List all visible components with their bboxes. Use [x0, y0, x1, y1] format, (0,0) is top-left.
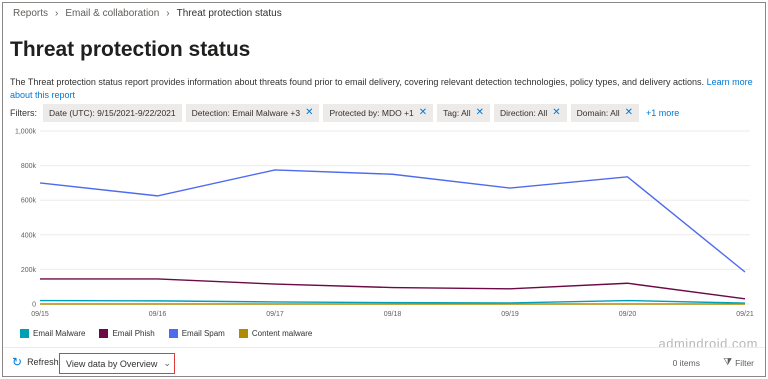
- legend-item-email-phish[interactable]: Email Phish: [99, 329, 155, 338]
- filter-chip-date[interactable]: Date (UTC): 9/15/2021-9/22/2021: [43, 104, 182, 122]
- threat-chart: 0 200k 400k 600k 800k 1,000k 09/15 09/16 09/17 09…: [10, 124, 758, 324]
- more-filters-link[interactable]: +1 more: [646, 108, 679, 118]
- y-tick-label: 0: [32, 302, 36, 309]
- watermark-logo: admindroid.com: [658, 336, 758, 351]
- filter-chip-domain[interactable]: Domain: All ✕: [570, 104, 639, 122]
- filter-chip-detection[interactable]: Detection: Email Malware +3 ✕: [185, 104, 320, 122]
- y-tick-label: 400k: [21, 232, 37, 239]
- page-title: Threat protection status: [10, 38, 251, 61]
- breadcrumb-current: Threat protection status: [176, 8, 282, 19]
- items-count: 0 items: [672, 358, 700, 368]
- x-tick-label: 09/16: [149, 311, 167, 318]
- filter-chip-label: Tag: All: [443, 108, 471, 118]
- close-icon[interactable]: ✕: [305, 108, 313, 118]
- chevron-right-icon: ›: [55, 8, 59, 19]
- page-description: The Threat protection status report prov…: [10, 76, 758, 102]
- filter-chip-tag[interactable]: Tag: All ✕: [437, 104, 490, 122]
- y-tick-label: 600k: [21, 198, 37, 205]
- x-tick-label: 09/19: [501, 311, 519, 318]
- divider: [3, 347, 765, 348]
- close-icon[interactable]: ✕: [419, 108, 427, 118]
- view-data-dropdown[interactable]: View data by Overview ⌄: [59, 353, 175, 374]
- legend-label: Email Malware: [33, 329, 86, 338]
- filter-chip-direction[interactable]: Direction: All ✕: [493, 104, 567, 122]
- command-bar: ↻ Refresh View data by Overview ⌄ 0 item…: [10, 352, 758, 374]
- y-tick-label: 1,000k: [15, 129, 37, 136]
- description-text: The Threat protection status report prov…: [10, 77, 705, 87]
- filter-chip-label: Protected by: MDO +1: [329, 108, 414, 118]
- x-tick-label: 09/20: [619, 311, 637, 318]
- legend-item-email-spam[interactable]: Email Spam: [168, 329, 225, 338]
- refresh-button[interactable]: ↻ Refresh: [12, 356, 59, 368]
- x-tick-label: 09/17: [266, 311, 284, 318]
- filter-icon: ⧩: [723, 357, 733, 368]
- series-line-email-spam: [39, 169, 746, 273]
- series-line-email-phish: [40, 278, 746, 300]
- x-tick-label: 09/15: [31, 311, 49, 318]
- legend-item-content-malware[interactable]: Content malware: [238, 329, 313, 338]
- chevron-right-icon: ›: [166, 8, 170, 19]
- legend-label: Content malware: [251, 329, 313, 338]
- filter-chip-label: Domain: All: [576, 108, 620, 118]
- filter-label: Filter: [735, 357, 754, 368]
- chevron-down-icon: ⌄: [163, 358, 171, 368]
- chart-legend: Email Malware Email Phish Email Spam Con…: [20, 329, 312, 338]
- filters-label: Filters:: [10, 108, 37, 118]
- legend-swatch: [168, 329, 178, 338]
- legend-swatch: [20, 329, 29, 338]
- filter-chip-protected-by[interactable]: Protected by: MDO +1 ✕: [323, 104, 434, 122]
- legend-item-email-malware[interactable]: Email Malware: [20, 329, 85, 338]
- filter-chip-label: Detection: Email Malware +3: [191, 108, 301, 118]
- breadcrumb: Reports › Email & collaboration › Threat…: [13, 8, 282, 19]
- y-tick-label: 200k: [21, 267, 37, 274]
- breadcrumb-email-collab[interactable]: Email & collaboration: [65, 8, 159, 19]
- view-data-label: View data by Overview: [66, 358, 158, 369]
- legend-swatch: [238, 329, 248, 338]
- close-icon[interactable]: ✕: [625, 108, 633, 118]
- y-tick-label: 800k: [21, 163, 37, 170]
- x-tick-label: 09/21: [736, 311, 754, 318]
- close-icon[interactable]: ✕: [476, 108, 484, 118]
- legend-label: Email Phish: [112, 329, 155, 338]
- legend-label: Email Spam: [181, 329, 225, 338]
- refresh-label: Refresh: [27, 357, 59, 367]
- x-tick-label: 09/18: [384, 311, 402, 318]
- refresh-icon: ↻: [12, 355, 23, 369]
- legend-swatch: [99, 329, 109, 338]
- series-line-email-malware: [39, 299, 746, 304]
- breadcrumb-reports[interactable]: Reports: [13, 8, 48, 19]
- filter-chip-label: Direction: All: [499, 108, 548, 118]
- filter-button[interactable]: ⧩ Filter: [723, 357, 754, 368]
- line-chart: 0 200k 400k 600k 800k 1,000k 09/15 09/16 09/17 09…: [15, 129, 754, 319]
- filter-chip-label: Date (UTC): 9/15/2021-9/22/2021: [49, 108, 176, 118]
- close-icon[interactable]: ✕: [552, 108, 560, 118]
- filter-bar: Filters: Date (UTC): 9/15/2021-9/22/2021…: [10, 104, 679, 122]
